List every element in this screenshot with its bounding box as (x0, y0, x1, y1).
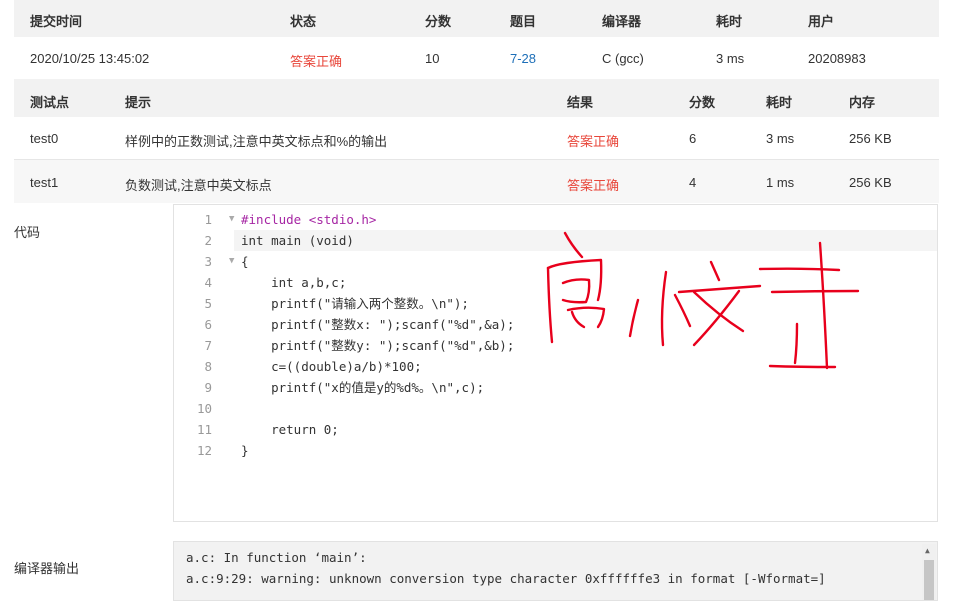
code-line: } (241, 443, 249, 458)
line-number: 11 (196, 422, 212, 437)
testpoint-memory: 256 KB (849, 175, 892, 190)
table-row: test0 样例中的正数测试,注意中英文标点和%的输出 答案正确 6 3 ms … (14, 117, 939, 160)
col-time: 耗时 (716, 14, 743, 29)
line-number: 6 (204, 317, 212, 332)
line-number: 5 (204, 296, 212, 311)
testpoint-memory: 256 KB (849, 131, 892, 146)
col-hint: 提示 (125, 95, 152, 110)
score-value: 10 (425, 51, 440, 66)
col-memory: 内存 (849, 95, 876, 110)
code-line: printf("整数y: ");scanf("%d",&b); (241, 338, 515, 353)
testpoint-name: test1 (30, 175, 59, 190)
testpoint-name: test0 (30, 131, 59, 146)
col-testpoint: 测试点 (30, 95, 70, 110)
problem-link[interactable]: 7-28 (510, 51, 536, 66)
col-problem: 题目 (510, 14, 537, 29)
code-line: int main (void) (241, 233, 354, 248)
col-tp-time: 耗时 (766, 95, 793, 110)
line-number: 2 (204, 233, 212, 248)
testpoint-hint: 负数测试,注意中英文标点 (125, 178, 272, 193)
line-number: 3 (204, 254, 212, 269)
testpoint-time: 3 ms (766, 131, 795, 146)
scroll-up-arrow-icon[interactable]: ▲ (925, 546, 930, 555)
code-line: printf("整数x: ");scanf("%d",&a); (241, 317, 515, 332)
testpoint-result: 答案正确 (567, 178, 620, 193)
scroll-thumb[interactable] (924, 560, 934, 600)
compiler-output-label: 编译器输出 (14, 561, 80, 576)
col-tp-score: 分数 (689, 95, 716, 110)
col-status: 状态 (290, 14, 317, 29)
output-scrollbar[interactable]: ▲ (922, 544, 936, 600)
code-line: return 0; (241, 422, 339, 437)
testpoint-header: 测试点 提示 结果 分数 耗时 内存 (14, 79, 939, 117)
code-label: 代码 (14, 225, 41, 240)
testpoint-score: 6 (689, 131, 697, 146)
line-number: 7 (204, 338, 212, 353)
col-score: 分数 (425, 14, 452, 29)
line-number: 1 (204, 212, 212, 227)
line-gutter: 1 2 3 4 5 6 7 8 9 10 11 12 (174, 205, 226, 521)
code-line: printf("请输入两个整数。\n"); (241, 296, 469, 311)
submit-time: 2020/10/25 13:45:02 (30, 51, 150, 66)
status-badge: 答案正确 (290, 54, 343, 69)
submission-row: 2020/10/25 13:45:02 答案正确 10 7-28 C (gcc)… (14, 37, 939, 79)
code-line: c=((double)a/b)*100; (241, 359, 422, 374)
testpoint-time: 1 ms (766, 175, 795, 190)
line-number: 9 (204, 380, 212, 395)
code-editor[interactable]: 1 2 3 4 5 6 7 8 9 10 11 12 ▼ ▼ #include … (173, 204, 938, 522)
line-number: 4 (204, 275, 212, 290)
user-value: 20208983 (808, 51, 866, 66)
compiler-value: C (gcc) (602, 51, 644, 66)
col-submit-time: 提交时间 (30, 14, 83, 29)
testpoint-score: 4 (689, 175, 697, 190)
code-line: #include <stdio.h> (241, 212, 377, 227)
code-line: printf("x的值是y的%d%。\n",c); (241, 380, 485, 395)
col-result: 结果 (567, 95, 594, 110)
col-user: 用户 (808, 14, 835, 29)
line-number: 10 (196, 401, 212, 416)
output-line: a.c: In function ‘main’: (186, 550, 367, 565)
elapsed-value: 3 ms (716, 51, 745, 66)
submission-header: 提交时间 状态 分数 题目 编译器 耗时 用户 (14, 0, 939, 37)
code-line: int a,b,c; (241, 275, 347, 290)
table-row: test1 负数测试,注意中英文标点 答案正确 4 1 ms 256 KB (14, 160, 939, 203)
testpoint-result: 答案正确 (567, 134, 620, 149)
fold-arrow-icon[interactable]: ▼ (229, 251, 234, 272)
testpoint-hint: 样例中的正数测试,注意中英文标点和%的输出 (125, 134, 388, 149)
line-number: 8 (204, 359, 212, 374)
compiler-output[interactable]: a.c: In function ‘main’: a.c:9:29: warni… (173, 541, 938, 601)
line-number: 12 (196, 443, 212, 458)
output-line: a.c:9:29: warning: unknown conversion ty… (186, 571, 826, 586)
fold-arrow-icon[interactable]: ▼ (229, 209, 234, 230)
code-line: { (241, 254, 249, 269)
col-compiler: 编译器 (602, 14, 642, 29)
